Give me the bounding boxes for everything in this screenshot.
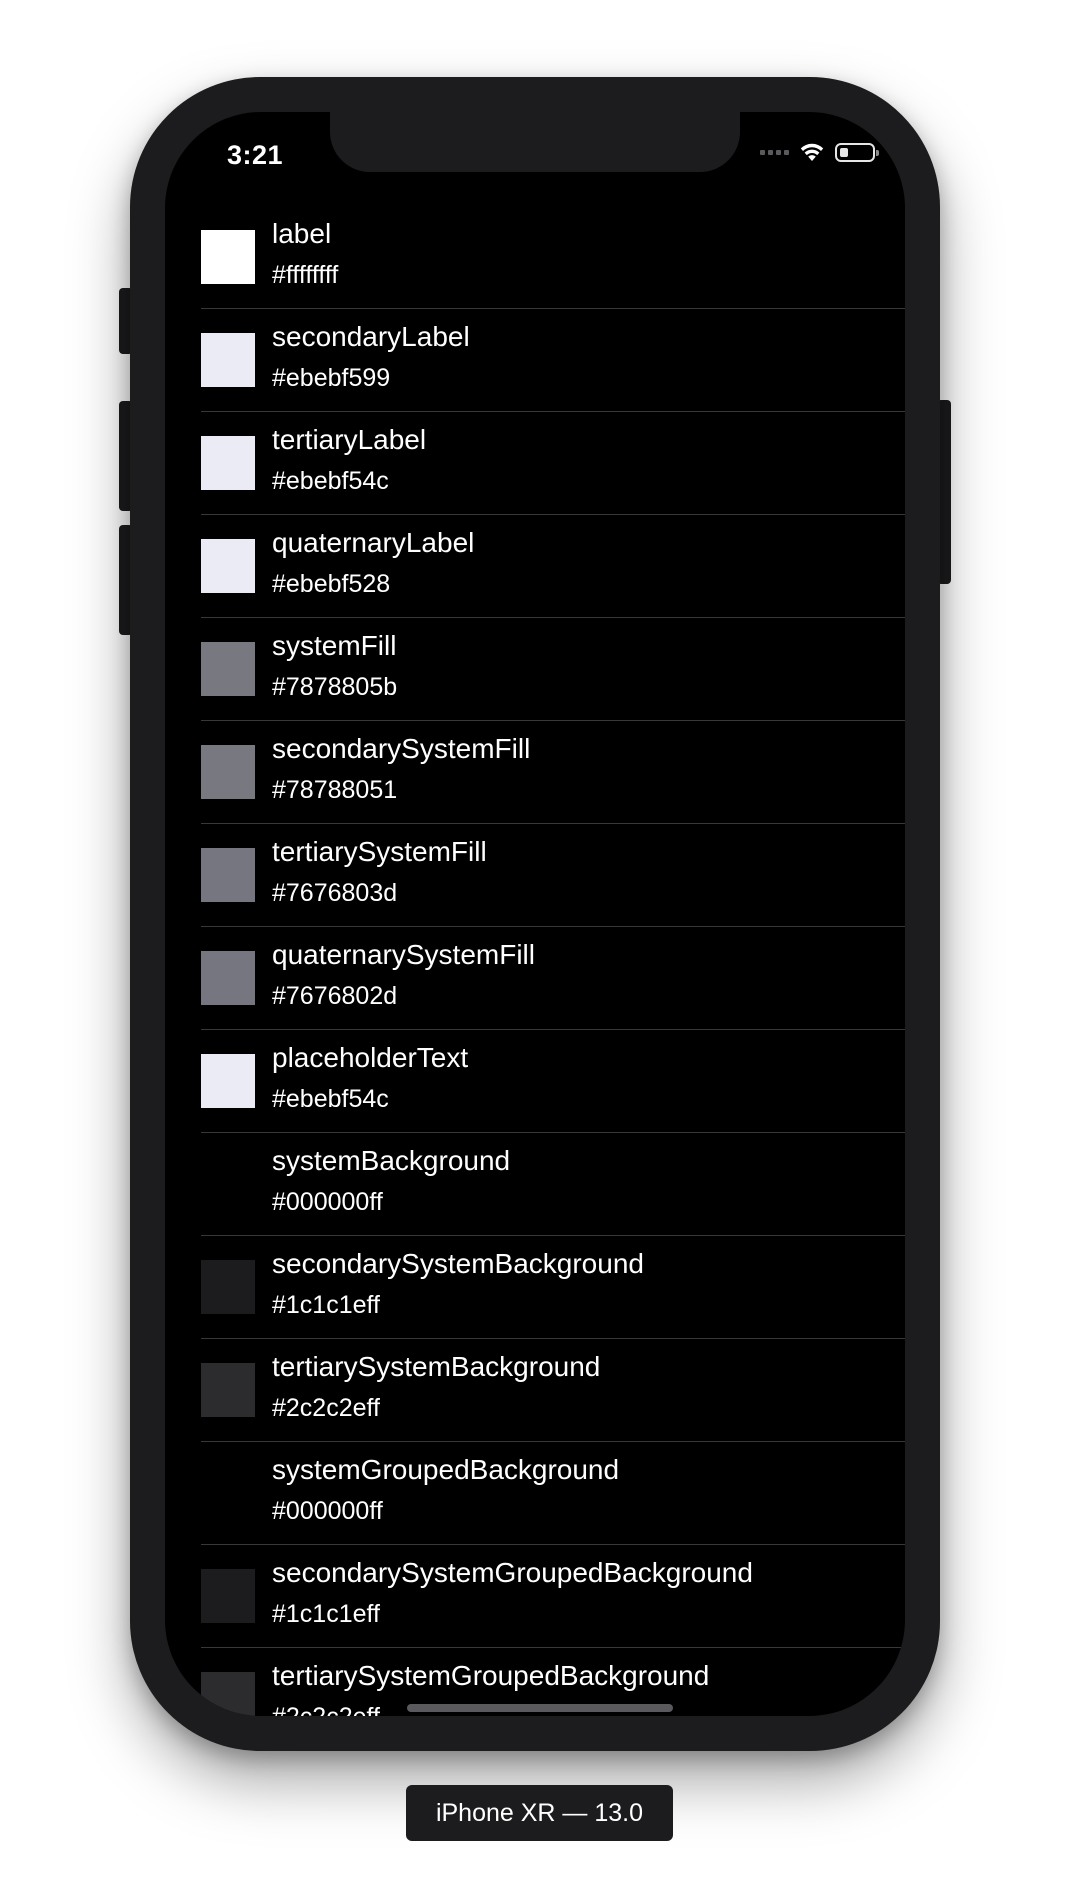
color-swatch [201,1363,255,1417]
color-name: placeholderText [272,1042,469,1073]
color-list: label #ffffffff secondaryLabel #ebebf599 ter… [165,206,905,1716]
device-version-label: iPhone XR — 13.0 [406,1785,673,1841]
color-row[interactable]: tertiaryLabel #ebebf54c [165,412,905,515]
color-name: secondarySystemGroupedBackground [272,1557,753,1588]
color-name: secondarySystemBackground [272,1248,644,1279]
color-hex-value: #7878805b [272,673,398,701]
color-hex-value: #7676803d [272,879,398,907]
color-row[interactable]: systemBackground #000000ff [165,1133,905,1236]
color-swatch [201,1157,255,1211]
color-swatch [201,230,255,284]
home-indicator[interactable] [407,1704,673,1712]
color-name: systemBackground [272,1145,511,1176]
color-name: tertiarySystemGroupedBackground [272,1660,710,1691]
color-swatch [201,333,255,387]
color-hex-value: #ebebf528 [272,570,391,598]
battery-icon [835,142,879,162]
color-row[interactable]: label #ffffffff [165,206,905,309]
color-hex-value: #ebebf54c [272,1085,389,1113]
color-name: quaternarySystemFill [272,939,535,970]
color-row[interactable]: systemFill #7878805b [165,618,905,721]
device-screen: 3:21 label #ffffffff secondaryLabel #ebebf5… [165,112,905,1716]
color-hex-value: #ebebf54c [272,467,389,495]
color-swatch [201,1466,255,1520]
color-swatch [201,642,255,696]
color-hex-value: #000000ff [272,1497,383,1525]
color-hex-value: #2c2c2eff [272,1394,380,1422]
color-row[interactable]: quaternaryLabel #ebebf528 [165,515,905,618]
wifi-icon [800,143,824,161]
color-name: systemGroupedBackground [272,1454,620,1485]
color-hex-value: #000000ff [272,1188,383,1216]
color-row[interactable]: tertiarySystemFill #7676803d [165,824,905,927]
color-hex-value: #ebebf599 [272,364,391,392]
color-name: tertiarySystemFill [272,836,487,867]
color-hex-value: #ffffffff [272,261,339,289]
color-row[interactable]: secondarySystemBackground #1c1c1eff [165,1236,905,1339]
color-swatch [201,436,255,490]
color-row[interactable]: quaternarySystemFill #7676802d [165,927,905,1030]
color-swatch [201,745,255,799]
color-hex-value: #1c1c1eff [272,1291,380,1319]
color-swatch [201,1569,255,1623]
color-swatch [201,1672,255,1716]
color-name: label [272,218,332,249]
color-name: quaternaryLabel [272,527,475,558]
color-swatch [201,1054,255,1108]
color-row[interactable]: secondarySystemGroupedBackground #1c1c1ef… [165,1545,905,1648]
color-row[interactable]: placeholderText #ebebf54c [165,1030,905,1133]
color-swatch [201,539,255,593]
color-name: secondarySystemFill [272,733,531,764]
color-row[interactable]: tertiarySystemBackground #2c2c2eff [165,1339,905,1442]
color-name: secondaryLabel [272,321,470,352]
color-hex-value: #1c1c1eff [272,1600,380,1628]
color-swatch [201,848,255,902]
color-swatch [201,951,255,1005]
color-name: systemFill [272,630,397,661]
signal-dots-icon [760,149,789,155]
color-hex-value: #78788051 [272,776,398,804]
color-row[interactable]: secondarySystemFill #78788051 [165,721,905,824]
color-row[interactable]: systemGroupedBackground #000000ff [165,1442,905,1545]
status-icons [760,142,879,162]
status-time: 3:21 [227,140,284,170]
color-hex-value: #2c2c2eff [272,1703,380,1716]
color-name: tertiaryLabel [272,424,427,455]
color-swatch [201,1260,255,1314]
color-row[interactable]: secondaryLabel #ebebf599 [165,309,905,412]
color-name: tertiarySystemBackground [272,1351,601,1382]
notch [330,112,740,172]
color-hex-value: #7676802d [272,982,398,1010]
